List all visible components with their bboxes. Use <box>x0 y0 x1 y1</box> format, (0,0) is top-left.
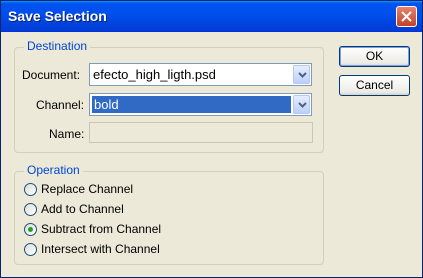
radio-button[interactable] <box>24 243 37 256</box>
channel-dropdown-button[interactable] <box>293 95 310 114</box>
save-selection-dialog: Save Selection Destination Document: efe… <box>0 0 423 278</box>
chevron-down-icon <box>298 102 307 108</box>
radio-button[interactable] <box>24 183 37 196</box>
channel-select[interactable]: bold <box>89 93 312 116</box>
radio-label: Replace Channel <box>41 182 134 196</box>
cancel-button[interactable]: Cancel <box>339 75 410 96</box>
operation-legend: Operation <box>24 163 83 177</box>
document-value: efecto_high_ligth.psd <box>93 67 216 82</box>
radio-button[interactable] <box>24 203 37 216</box>
title-bar[interactable]: Save Selection <box>1 1 422 32</box>
destination-legend: Destination <box>24 39 91 53</box>
name-label: Name: <box>49 127 85 141</box>
radio-label: Intersect with Channel <box>41 242 160 256</box>
channel-selected-value: bold <box>92 96 291 113</box>
document-dropdown-button[interactable] <box>293 65 310 84</box>
radio-label: Subtract from Channel <box>41 222 162 236</box>
chevron-down-icon <box>298 72 307 78</box>
document-label: Document: <box>22 68 81 82</box>
name-field[interactable] <box>89 122 313 143</box>
channel-label: Channel: <box>36 98 85 112</box>
close-button[interactable] <box>396 6 417 27</box>
channel-value: bold <box>94 97 119 112</box>
radio-button-checked[interactable] <box>24 223 37 236</box>
ok-button[interactable]: OK <box>339 46 410 67</box>
close-icon <box>401 11 412 22</box>
dialog-title: Save Selection <box>8 8 107 24</box>
document-select[interactable]: efecto_high_ligth.psd <box>89 63 312 86</box>
radio-label: Add to Channel <box>41 202 124 216</box>
